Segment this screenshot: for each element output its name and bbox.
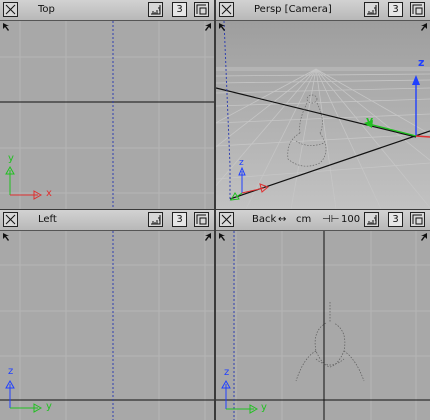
resize-corner-icon[interactable]: [202, 22, 212, 32]
camera-count[interactable]: 3: [172, 212, 187, 227]
axis-label-z: z: [418, 56, 425, 69]
maximize-toggle-icon[interactable]: [3, 2, 18, 17]
axis-label-y: y: [46, 401, 52, 412]
viewport-persp[interactable]: Persp [Camera] 3 z y z: [216, 0, 430, 209]
ruler-icon[interactable]: [364, 2, 379, 17]
resize-corner-icon[interactable]: [202, 232, 212, 242]
layout-icon[interactable]: [410, 212, 425, 227]
resize-corner-icon[interactable]: [418, 232, 428, 242]
resize-corner-icon[interactable]: [418, 22, 428, 32]
viewport-canvas-top[interactable]: y x: [0, 21, 214, 209]
viewport-canvas-left[interactable]: z y: [0, 231, 214, 420]
viewport-title[interactable]: Back: [252, 214, 276, 225]
axis-label-y: y: [261, 402, 267, 413]
arrow-cursor-icon[interactable]: [2, 232, 12, 242]
viewport-header: Back ↔ cm ⊣⊢ 100 3: [216, 210, 430, 231]
viewport-header: Left 3: [0, 210, 214, 231]
units-arrow-icon: ↔: [278, 214, 287, 225]
viewport-title[interactable]: Left: [38, 214, 57, 225]
viewport-title[interactable]: Persp [Camera]: [254, 4, 332, 15]
viewport-title[interactable]: Top: [38, 4, 55, 15]
maximize-toggle-icon[interactable]: [219, 2, 234, 17]
layout-icon[interactable]: [194, 2, 209, 17]
maximize-toggle-icon[interactable]: [219, 212, 234, 227]
axis-label-z: z: [8, 366, 14, 377]
arrow-cursor-icon[interactable]: [218, 232, 228, 242]
viewport-canvas-persp[interactable]: z y z: [216, 21, 430, 209]
ruler-icon[interactable]: [148, 212, 163, 227]
viewport-left[interactable]: Left 3 z y: [0, 210, 214, 420]
arrow-cursor-icon[interactable]: [2, 22, 12, 32]
arrow-cursor-icon[interactable]: [218, 22, 228, 32]
zoom-value[interactable]: 100: [341, 214, 360, 225]
viewport-back[interactable]: Back ↔ cm ⊣⊢ 100 3 z y: [216, 210, 430, 420]
axis-label-z: z: [224, 367, 230, 378]
grid-snap-icon[interactable]: ⊣⊢: [322, 214, 339, 225]
axis-label-z: z: [239, 158, 244, 168]
axis-label-y: y: [366, 114, 374, 127]
viewport-canvas-back[interactable]: z y: [216, 231, 430, 420]
maximize-toggle-icon[interactable]: [3, 212, 18, 227]
units-label[interactable]: cm: [296, 214, 311, 225]
camera-count[interactable]: 3: [388, 212, 403, 227]
viewport-top[interactable]: Top 3 y x: [0, 0, 214, 209]
layout-icon[interactable]: [194, 212, 209, 227]
viewport-header: Top 3: [0, 0, 214, 21]
layout-icon[interactable]: [410, 2, 425, 17]
ruler-icon[interactable]: [148, 2, 163, 17]
camera-count[interactable]: 3: [172, 2, 187, 17]
axis-label-x: x: [46, 188, 52, 199]
viewport-header: Persp [Camera] 3: [216, 0, 430, 21]
camera-count[interactable]: 3: [388, 2, 403, 17]
ruler-icon[interactable]: [364, 212, 379, 227]
axis-label-y: y: [8, 153, 14, 164]
